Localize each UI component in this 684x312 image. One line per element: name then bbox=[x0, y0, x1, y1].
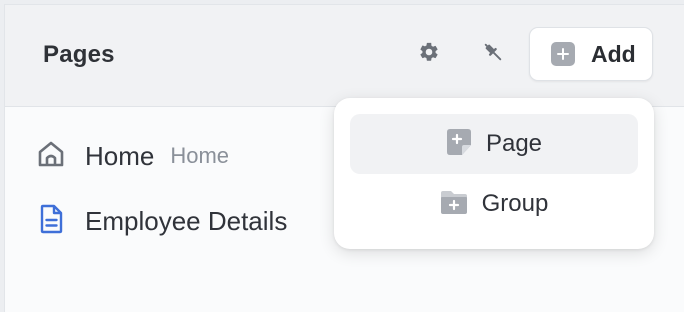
sidebar-item-label: Employee Details bbox=[85, 205, 288, 236]
pin-button[interactable] bbox=[481, 42, 505, 66]
gear-icon bbox=[418, 41, 440, 68]
page-plus-icon bbox=[446, 128, 472, 161]
folder-plus-icon bbox=[440, 189, 468, 220]
home-icon bbox=[35, 138, 67, 175]
add-square-icon bbox=[551, 42, 575, 66]
add-button[interactable]: Add bbox=[529, 27, 653, 81]
pages-header: Pages Add bbox=[5, 5, 684, 107]
sidebar-item-home[interactable]: Home Home bbox=[35, 136, 229, 176]
add-button-label: Add bbox=[591, 40, 636, 67]
sidebar-item-label: Home bbox=[85, 140, 155, 171]
menu-item-label: Group bbox=[481, 190, 549, 217]
menu-item-page[interactable]: Page bbox=[350, 114, 638, 174]
menu-item-group[interactable]: Group bbox=[350, 174, 638, 234]
page-title: Pages bbox=[43, 41, 115, 68]
home-badge: Home bbox=[170, 143, 230, 168]
add-dropdown-menu: Page Group bbox=[334, 98, 654, 249]
pin-icon bbox=[482, 41, 504, 68]
settings-button[interactable] bbox=[417, 42, 441, 66]
document-icon bbox=[35, 203, 67, 240]
menu-item-label: Page bbox=[485, 130, 543, 157]
sidebar-item-employee-details[interactable]: Employee Details bbox=[35, 201, 287, 241]
